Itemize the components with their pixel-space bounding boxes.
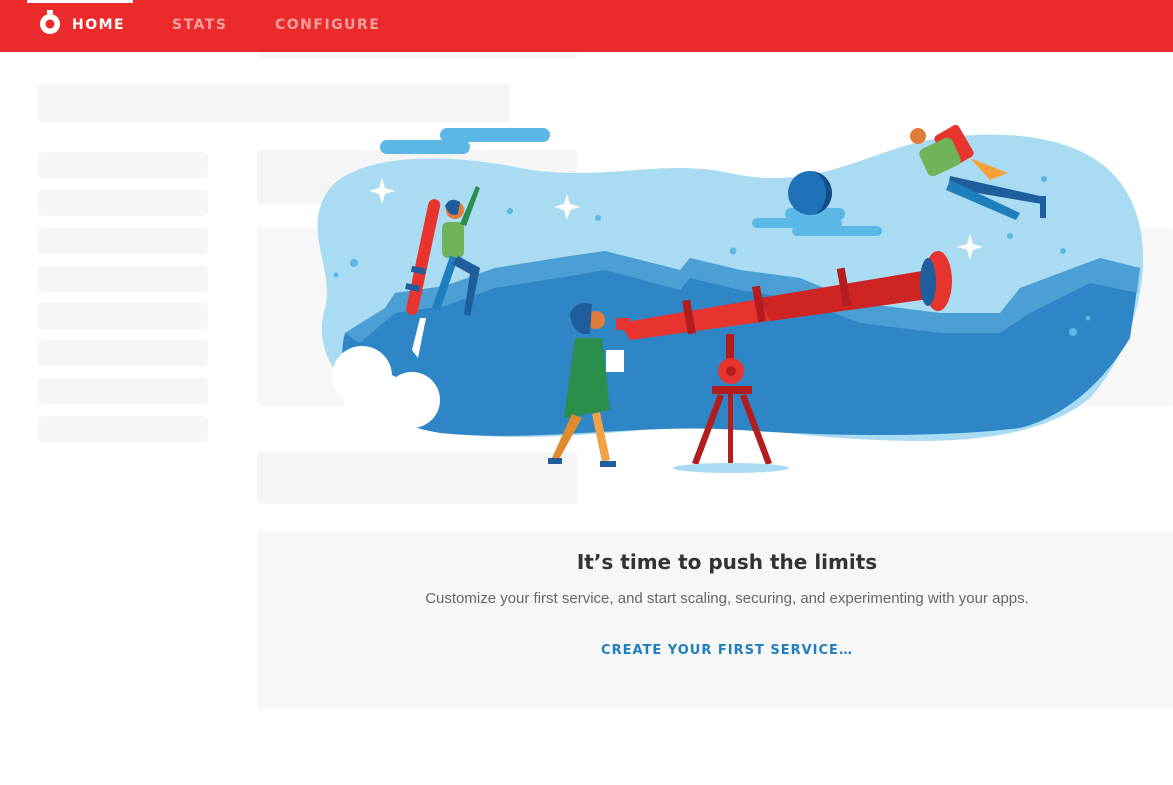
skeleton-sidebar-item [38, 152, 208, 178]
skeleton-sidebar-item [38, 266, 208, 292]
stopwatch-icon[interactable] [38, 10, 62, 36]
nav-tab-home[interactable]: HOME [72, 17, 125, 33]
create-first-service-link[interactable]: CREATE YOUR FIRST SERVICE… [257, 643, 1173, 658]
empty-state-subtitle: Customize your first service, and start … [425, 590, 1029, 607]
skeleton-sidebar-item [38, 228, 208, 254]
nav-tab-configure[interactable]: CONFIGURE [275, 17, 380, 33]
top-nav-bar: HOME STATS CONFIGURE [0, 0, 1173, 52]
active-tab-indicator [27, 0, 133, 3]
empty-state-title: It’s time to push the limits [576, 550, 878, 574]
skeleton-sidebar-item [38, 340, 208, 366]
skeleton-sidebar-item [38, 303, 208, 329]
skeleton-sidebar-item [38, 378, 208, 404]
skeleton-sidebar-item [38, 190, 208, 216]
space-explorers-illustration [317, 124, 1144, 473]
skeleton-sidebar-item [38, 416, 208, 442]
empty-state-card: It’s time to push the limits Customize y… [257, 531, 1173, 709]
nav-tab-stats[interactable]: STATS [172, 17, 227, 33]
skeleton-placeholder [258, 52, 578, 58]
skeleton-title [38, 84, 510, 122]
cloud [380, 140, 470, 154]
